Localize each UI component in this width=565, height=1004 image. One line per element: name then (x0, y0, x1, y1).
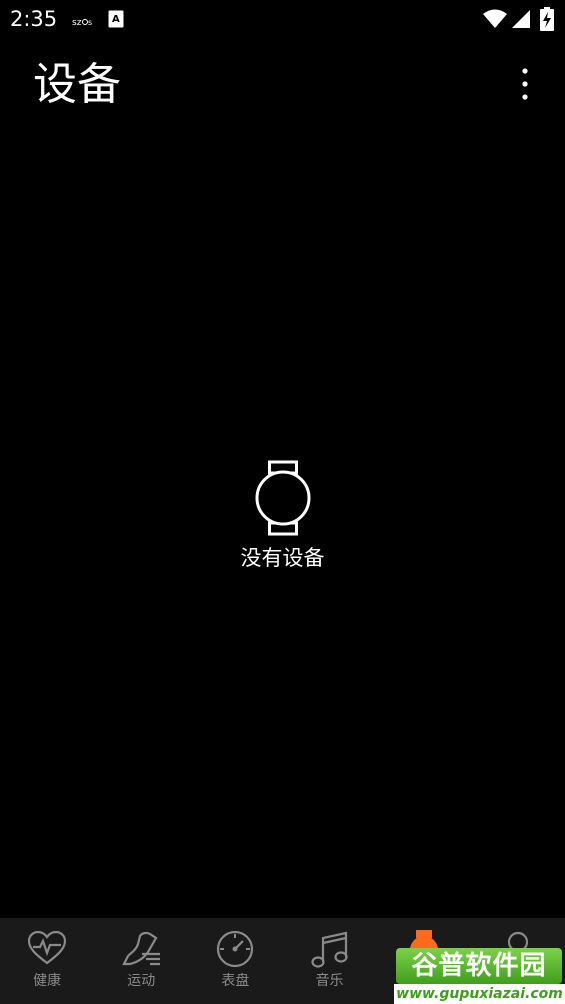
empty-state: 没有设备 (0, 458, 565, 572)
nav-item-watchface[interactable]: 表盘 (188, 918, 282, 1004)
status-bar: 2:35 sz s A (0, 0, 565, 38)
running-shoe-icon (122, 931, 161, 966)
watch-icon (255, 460, 310, 536)
nav-label: 运动 (127, 973, 156, 989)
nav-label: 健康 (33, 973, 62, 989)
heart-pulse-icon (27, 930, 67, 965)
nav-item-health[interactable]: 健康 (0, 918, 94, 1004)
page-title: 设备 (33, 59, 121, 110)
szos-icon: sz s (72, 12, 92, 31)
nav-item-music[interactable]: 音乐 (282, 918, 376, 1004)
app-bar: 设备 (0, 40, 565, 130)
nav-label: 表盘 (221, 973, 250, 989)
watermark: 谷普软件园 www.gupuxiazai.com (394, 948, 565, 1004)
svg-text:A: A (112, 14, 120, 25)
watermark-url: www.gupuxiazai.com (394, 984, 565, 1004)
status-time: 2:35 (10, 7, 58, 31)
more-options-button[interactable] (505, 64, 545, 106)
svg-text:sz: sz (72, 18, 82, 27)
empty-state-message: 没有设备 (240, 546, 325, 570)
watermark-brand: 谷普软件园 (396, 948, 562, 984)
nav-label: 音乐 (315, 973, 344, 989)
more-vert-icon (522, 68, 528, 100)
svg-text:s: s (88, 18, 92, 27)
wifi-icon (482, 9, 508, 33)
battery-charging-icon (540, 7, 554, 35)
nav-item-sport[interactable]: 运动 (94, 918, 188, 1004)
dial-icon (217, 930, 254, 968)
signal-icon (511, 9, 531, 33)
a-notification-icon: A (108, 10, 124, 32)
music-note-icon (310, 931, 348, 968)
